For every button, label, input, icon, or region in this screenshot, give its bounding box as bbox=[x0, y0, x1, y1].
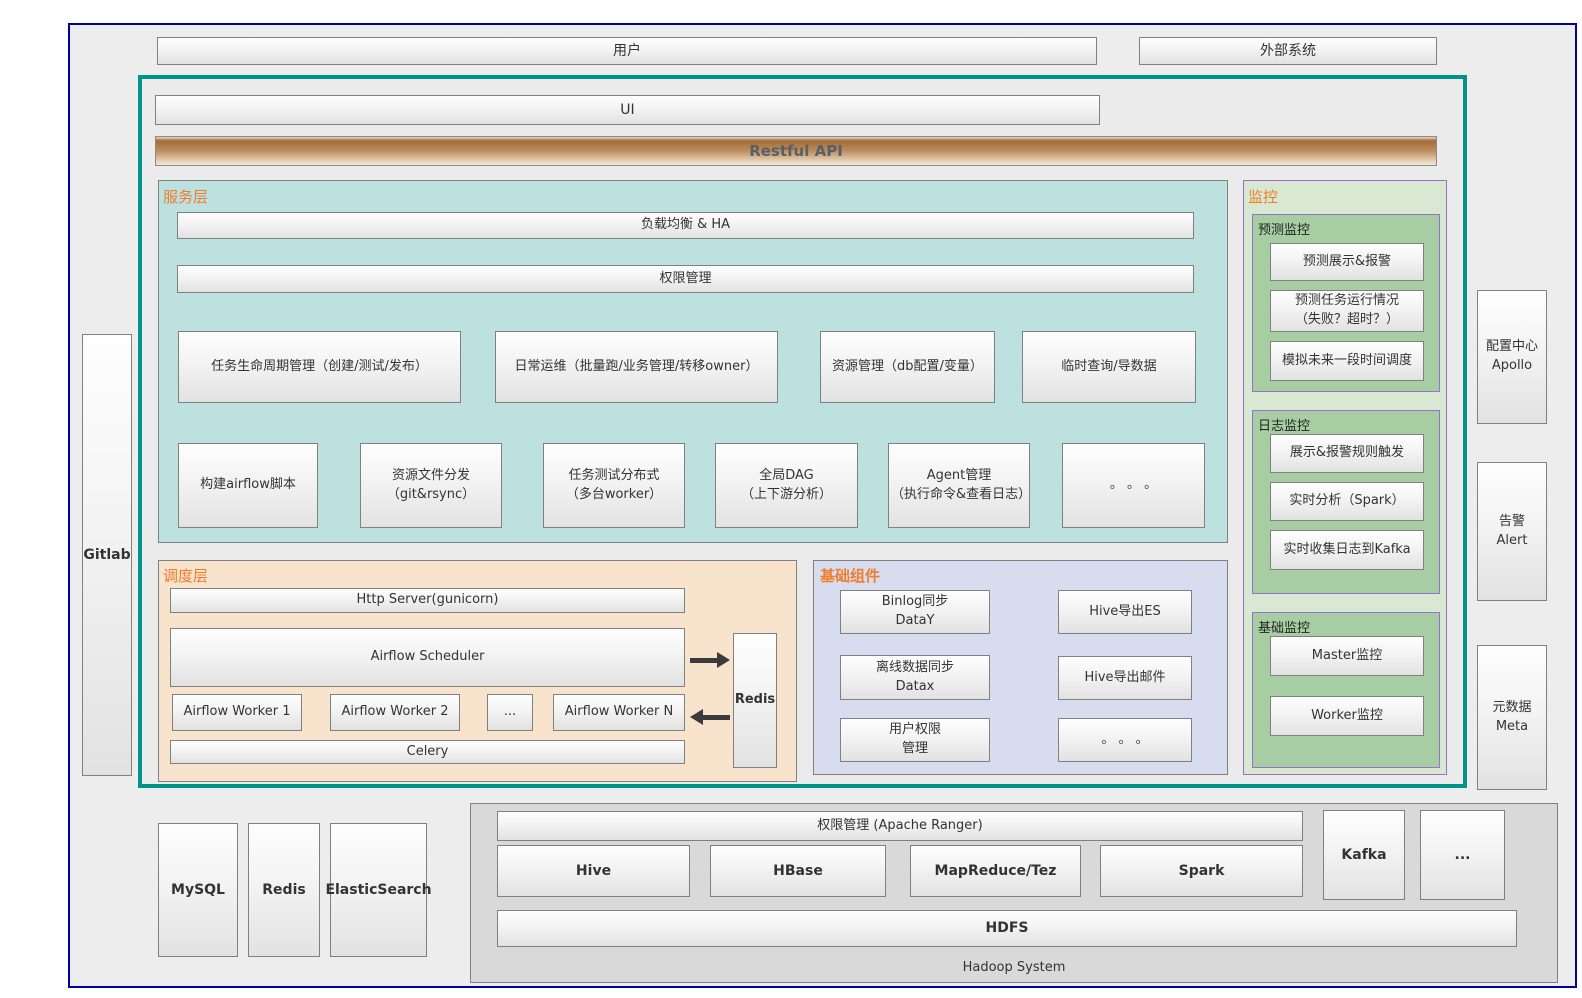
service-box-agent-mgmt: Agent管理 （执行命令&查看日志） bbox=[888, 443, 1031, 528]
monitor-box-rule-trigger: 展示&报警规则触发 bbox=[1270, 434, 1424, 473]
user-bar: 用户 bbox=[157, 37, 1097, 65]
load-balance-bar: 负载均衡 & HA bbox=[177, 212, 1194, 239]
monitor-box-simulate: 模拟未来一段时间调度 bbox=[1270, 341, 1424, 381]
service-box-resource-mgmt: 资源管理（db配置/变量） bbox=[820, 331, 995, 403]
hdfs-bar: HDFS bbox=[497, 910, 1517, 947]
ui-bar: UI bbox=[155, 95, 1100, 125]
hbase-box: HBase bbox=[710, 845, 886, 897]
external-system-bar: 外部系统 bbox=[1139, 37, 1437, 65]
diagram-canvas: 用户 外部系统 UI Restful API 服务层 负载均衡 & HA 权限管… bbox=[0, 0, 1582, 998]
component-offline-sync: 离线数据同步 Datax bbox=[840, 655, 990, 700]
hadoop-system-caption: Hadoop System bbox=[962, 960, 1066, 975]
monitor-box-worker: Worker监控 bbox=[1270, 696, 1424, 736]
monitor-box-realtime-spark: 实时分析（Spark） bbox=[1270, 482, 1424, 521]
component-user-permission: 用户权限 管理 bbox=[840, 718, 990, 762]
service-box-test-distributed: 任务测试分布式 （多台worker） bbox=[543, 443, 685, 528]
worker-ellipsis-box: ... bbox=[487, 694, 533, 731]
celery-bar: Celery bbox=[170, 740, 685, 764]
mapreduce-tez-box: MapReduce/Tez bbox=[910, 845, 1081, 897]
airflow-scheduler-box: Airflow Scheduler bbox=[170, 628, 685, 687]
monitoring-label: 监控 bbox=[1248, 188, 1279, 206]
monitor-box-forecast-alarm: 预测展示&报警 bbox=[1270, 243, 1424, 281]
meta-box: 元数据 Meta bbox=[1477, 645, 1547, 790]
base-monitor-title: 基础监控 bbox=[1258, 621, 1311, 636]
airflow-worker-2-box: Airflow Worker 2 bbox=[330, 694, 460, 731]
http-server-bar: Http Server(gunicorn) bbox=[170, 588, 685, 613]
monitor-box-log-to-kafka: 实时收集日志到Kafka bbox=[1270, 530, 1424, 570]
spark-box: Spark bbox=[1100, 845, 1303, 897]
service-layer-label: 服务层 bbox=[163, 188, 209, 206]
alert-box: 告警 Alert bbox=[1477, 462, 1547, 601]
restful-api-bar: Restful API bbox=[155, 136, 1437, 166]
component-binlog-sync: Binlog同步 DataY bbox=[840, 590, 990, 634]
forecast-monitor-title: 预测监控 bbox=[1258, 223, 1311, 238]
hadoop-more-box: ... bbox=[1420, 810, 1505, 900]
component-hive-to-mail: Hive导出邮件 bbox=[1058, 656, 1192, 700]
airflow-worker-n-box: Airflow Worker N bbox=[553, 694, 685, 731]
monitor-box-master: Master监控 bbox=[1270, 636, 1424, 676]
scheduler-to-redis-arrow-icon bbox=[690, 652, 730, 668]
permission-bar: 权限管理 bbox=[177, 265, 1194, 293]
elasticsearch-box: ElasticSearch bbox=[325, 823, 432, 957]
service-box-ellipsis: 。 。 。 bbox=[1062, 443, 1205, 528]
hive-box: Hive bbox=[497, 845, 690, 897]
ranger-bar: 权限管理 (Apache Ranger) bbox=[497, 811, 1303, 841]
redis-to-worker-arrow-icon bbox=[690, 709, 730, 725]
log-monitor-title: 日志监控 bbox=[1258, 419, 1311, 434]
service-box-lifecycle: 任务生命周期管理（创建/测试/发布） bbox=[178, 331, 461, 403]
service-box-adhoc-query: 临时查询/导数据 bbox=[1022, 331, 1196, 403]
monitor-box-forecast-run: 预测任务运行情况 （失败？超时？） bbox=[1270, 290, 1424, 332]
gitlab-box: Gitlab bbox=[82, 334, 132, 776]
service-box-global-dag: 全局DAG （上下游分析） bbox=[715, 443, 858, 528]
apollo-config-box: 配置中心 Apollo bbox=[1477, 290, 1547, 424]
service-box-build-script: 构建airflow脚本 bbox=[178, 443, 318, 528]
redis-storage-box: Redis bbox=[248, 823, 320, 957]
component-ellipsis: 。 。 。 bbox=[1058, 718, 1192, 762]
kafka-box: Kafka bbox=[1323, 810, 1405, 900]
service-box-operations: 日常运维（批量跑/业务管理/转移owner） bbox=[495, 331, 778, 403]
component-hive-to-es: Hive导出ES bbox=[1058, 590, 1192, 634]
base-components-label: 基础组件 bbox=[820, 567, 881, 585]
redis-queue-box: Redis bbox=[733, 633, 777, 768]
mysql-box: MySQL bbox=[158, 823, 238, 957]
scheduler-layer-label: 调度层 bbox=[163, 567, 209, 585]
service-box-file-distribute: 资源文件分发 （git&rsync） bbox=[360, 443, 502, 528]
airflow-worker-1-box: Airflow Worker 1 bbox=[172, 694, 302, 731]
